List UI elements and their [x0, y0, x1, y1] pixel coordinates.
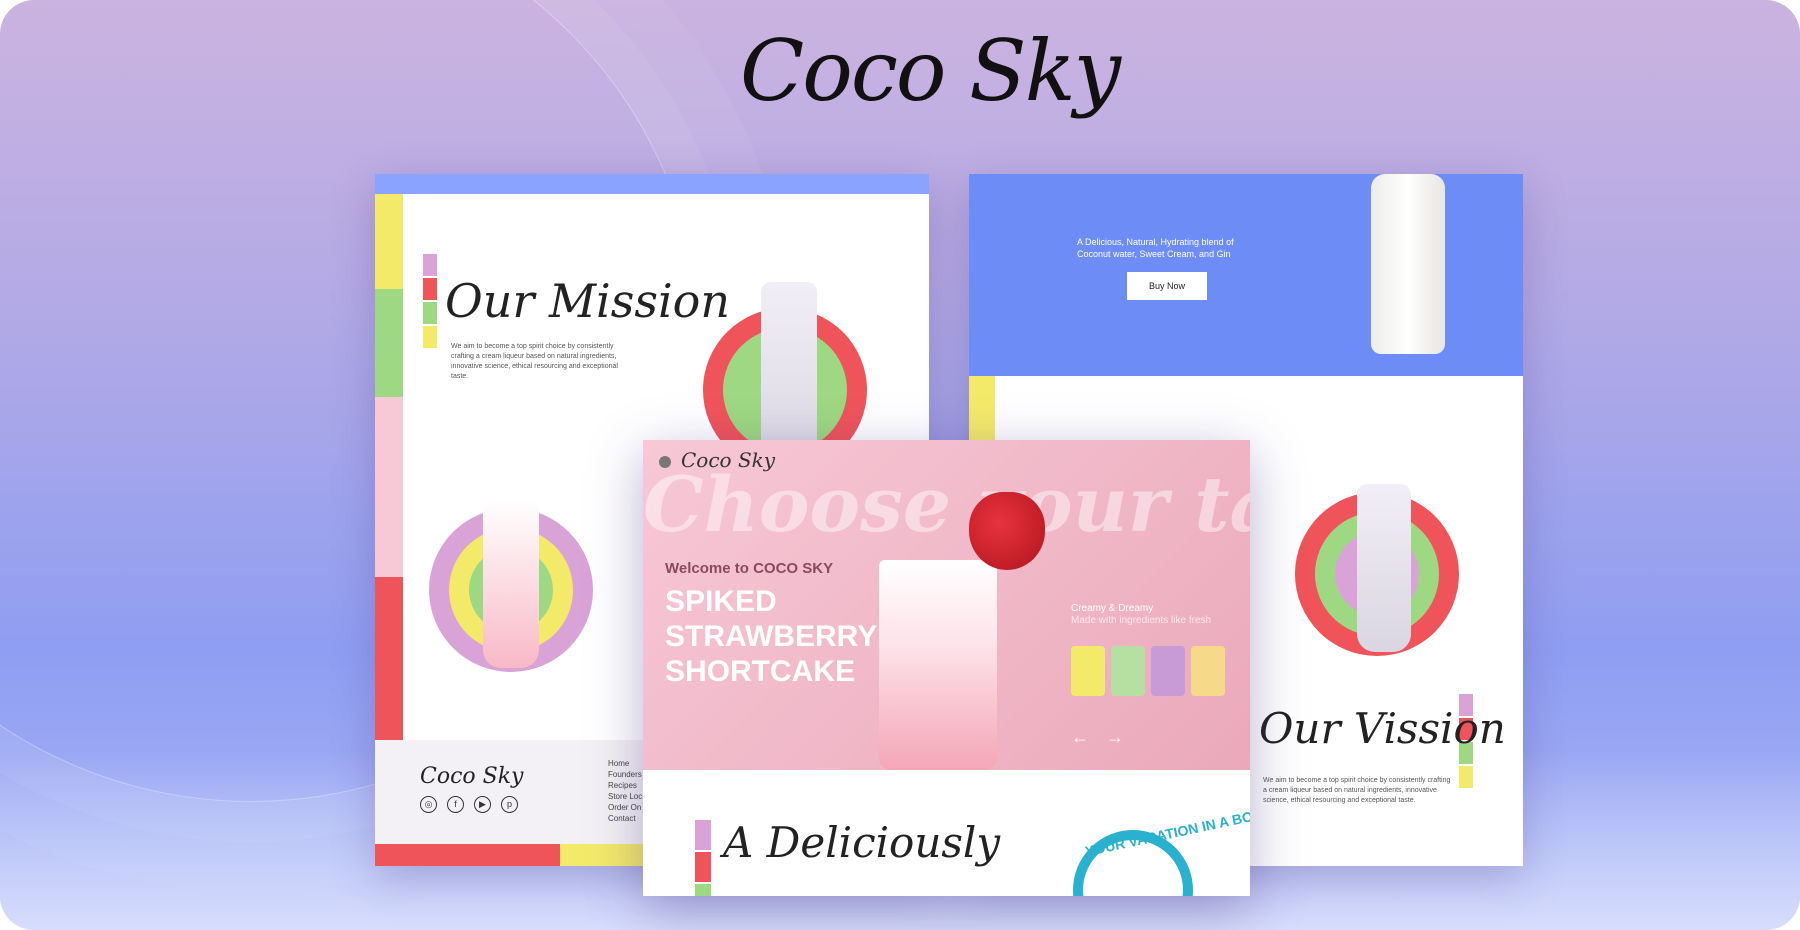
- vision-title: Our Vission: [1259, 704, 1506, 753]
- color-stripe: [375, 194, 403, 289]
- footer-link-order[interactable]: Order On: [608, 802, 642, 813]
- color-stripe: [375, 289, 403, 397]
- showcase-background: Coco Sky Our Mission We aim to become a …: [0, 0, 1800, 930]
- mission-title: Our Mission: [445, 274, 731, 328]
- instagram-icon[interactable]: ◎: [420, 796, 437, 813]
- strawberry-garnish: [969, 492, 1045, 570]
- product-carousel: [1071, 646, 1225, 696]
- drink-glass: [1357, 484, 1411, 652]
- hero-watermark: Choose your taste: [643, 460, 1250, 549]
- footer-logo: Coco Sky: [420, 764, 524, 789]
- drink-glass: [483, 500, 539, 668]
- footer-link-contact[interactable]: Contact: [608, 813, 642, 824]
- footer-link-home[interactable]: Home: [608, 758, 642, 769]
- color-legend: [695, 820, 711, 896]
- welcome-text: Welcome to COCO SKY: [665, 560, 834, 577]
- section-title: A Deliciously: [723, 818, 1001, 867]
- carousel-thumb[interactable]: [1071, 646, 1105, 696]
- mission-text: We aim to become a top spirit choice by …: [451, 343, 618, 380]
- footer-link-founders[interactable]: Founders: [608, 769, 642, 780]
- carousel-thumb[interactable]: [1191, 646, 1225, 696]
- header-logo[interactable]: Coco Sky: [681, 448, 775, 472]
- product-title: Creamy & Dreamy: [1071, 603, 1154, 614]
- social-links: ◎ f ▶ p: [420, 796, 518, 813]
- footer-link-store[interactable]: Store Loc: [608, 791, 642, 802]
- pinterest-icon[interactable]: p: [501, 796, 518, 813]
- footer-links: Home Founders Recipes Store Loc Order On…: [608, 758, 642, 824]
- carousel-arrows[interactable]: ← →: [1071, 727, 1130, 748]
- carousel-thumb[interactable]: [1111, 646, 1145, 696]
- top-bar: [375, 174, 929, 194]
- color-stripe: [375, 397, 403, 577]
- carousel-thumb[interactable]: [1151, 646, 1185, 696]
- brand-logo: Coco Sky: [740, 22, 1121, 120]
- hero-section: A Delicious, Natural, Hydrating blend of…: [969, 174, 1523, 376]
- headline-line: SPIKED: [665, 585, 777, 618]
- headline-line: STRAWBERRY: [665, 620, 878, 653]
- hero-text: A Delicious, Natural, Hydrating blend of…: [1077, 237, 1234, 259]
- color-legend: [423, 254, 437, 350]
- hero-section: Choose your taste Coco Sky Welcome to CO…: [643, 440, 1250, 770]
- hero-headline: SPIKED STRAWBERRY SHORTCAKE: [665, 584, 877, 689]
- product-subtitle: Made with ingredients like fresh: [1071, 615, 1212, 626]
- buy-now-button[interactable]: Buy Now: [1127, 272, 1207, 300]
- drink-glass: [879, 560, 997, 770]
- color-stripe: [375, 577, 403, 740]
- footer-link-recipes[interactable]: Recipes: [608, 780, 642, 791]
- facebook-icon[interactable]: f: [447, 796, 464, 813]
- headline-line: SHORTCAKE: [665, 655, 856, 688]
- homepage-mockup: Choose your taste Coco Sky Welcome to CO…: [643, 440, 1250, 896]
- youtube-icon[interactable]: ▶: [474, 796, 491, 813]
- vision-text: We aim to become a top spirit choice by …: [1263, 777, 1451, 804]
- product-bottle: [1371, 174, 1445, 354]
- menu-icon[interactable]: [659, 456, 671, 468]
